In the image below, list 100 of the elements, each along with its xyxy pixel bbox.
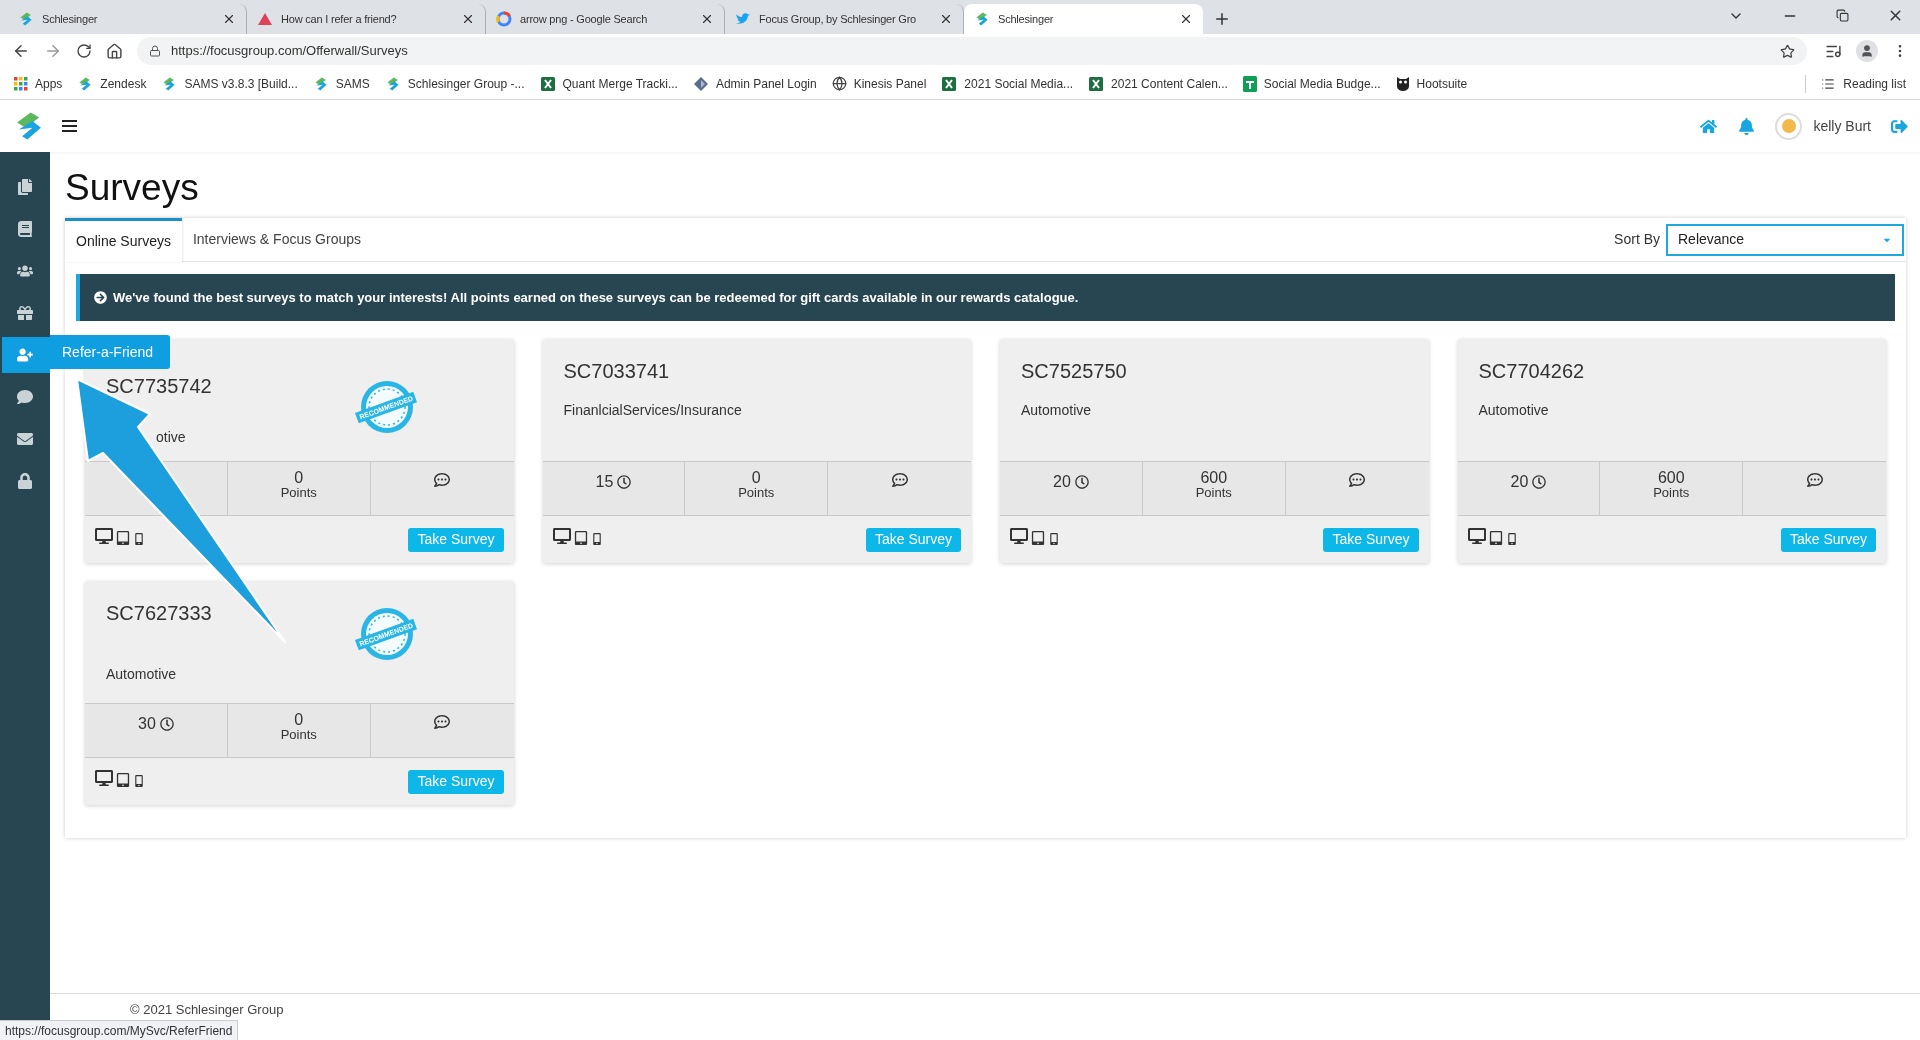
tablet-icon: [573, 530, 588, 545]
speech-bubble-icon[interactable]: [1349, 472, 1366, 488]
points-value: 600: [1200, 470, 1228, 485]
sidebar-item[interactable]: [2, 337, 50, 373]
address-field[interactable]: https://focusgroup.com/Offerwall/Surveys: [137, 37, 1807, 65]
survey-code: SC7627333: [106, 601, 212, 626]
restore-icon[interactable]: [1836, 9, 1849, 22]
bookmark[interactable]: SAMS v3.8.3 [Build...: [161, 74, 298, 93]
page-tab[interactable]: Interviews & Focus Groups: [181, 217, 372, 262]
clock-icon: [1074, 475, 1089, 489]
logout-icon[interactable]: [1891, 117, 1908, 135]
home-icon[interactable]: [106, 42, 123, 60]
phone-icon: [1048, 532, 1060, 545]
page-tab[interactable]: Online Surveys: [65, 217, 182, 262]
speech-bubble-icon[interactable]: [434, 714, 451, 730]
spreadsheet-icon: [539, 75, 556, 92]
browser-tab[interactable]: Schlesinger: [964, 4, 1203, 34]
bell-icon[interactable]: [1738, 117, 1756, 135]
bookmark[interactable]: Apps: [14, 74, 63, 93]
duration-value: 30: [138, 714, 156, 734]
close-icon[interactable]: [461, 12, 475, 26]
new-tab-icon[interactable]: [1213, 10, 1231, 28]
phone-icon: [133, 774, 145, 787]
speech-bubble-icon[interactable]: [434, 472, 451, 488]
points-value: 0: [294, 712, 304, 727]
speech-bubble-icon[interactable]: [1806, 472, 1823, 488]
points-value: 0: [751, 470, 761, 485]
tablet-icon: [1031, 530, 1045, 545]
reload-icon[interactable]: [76, 43, 92, 59]
footer-text: © 2021 Schlesinger Group: [130, 1002, 284, 1017]
lock-icon: [17, 473, 33, 489]
bookmark[interactable]: SAMS: [312, 74, 370, 93]
duration-value: 15: [595, 472, 614, 492]
survey-category: Automotive: [106, 665, 178, 684]
profile-avatar[interactable]: [1856, 40, 1878, 62]
clock-icon: [159, 717, 174, 731]
survey-category: Automotive: [1021, 401, 1093, 420]
banner-text: We've found the best surveys to match your interests! All points earned on these surveys can be redeemed for gift cards available in our rewards catalogue.: [113, 288, 1079, 307]
bookmark[interactable]: Quant Merge Tracki...: [539, 74, 678, 93]
survey-code: SC7735742: [106, 374, 212, 399]
tablet-icon: [116, 772, 130, 787]
status-url: https://focusgroup.com/MySvc/ReferFriend: [0, 1020, 239, 1040]
url-text: https://focusgroup.com/Offerwall/Surveys: [171, 42, 409, 61]
clock-icon: [1532, 475, 1547, 489]
phone-icon: [133, 532, 145, 545]
tab-title: arrow png - Google Search: [520, 11, 649, 27]
desktop-icon: [95, 768, 113, 787]
clock-icon: [617, 475, 632, 489]
phone-icon: [1505, 532, 1518, 545]
back-icon[interactable]: [12, 42, 30, 60]
owl-icon: [1395, 75, 1410, 92]
points-label: Points: [280, 727, 317, 742]
add-user-icon: [17, 347, 33, 363]
user-name[interactable]: kelly Burt: [1813, 115, 1871, 137]
star-icon[interactable]: [1780, 43, 1795, 59]
survey-code: SC7525750: [1021, 359, 1127, 384]
points-label: Points: [280, 485, 317, 500]
forward-icon[interactable]: [44, 42, 62, 60]
survey-category: Automotive: [1478, 401, 1550, 420]
speech-bubble-icon[interactable]: [891, 472, 908, 488]
logo-icon: [974, 11, 990, 27]
points-label: Points: [1195, 485, 1232, 500]
bookmark[interactable]: Schlesinger Group -...: [384, 74, 525, 93]
close-icon[interactable]: [222, 12, 236, 26]
bookmark[interactable]: 2021 Content Calen...: [1088, 74, 1228, 93]
bookmark[interactable]: Hootsuite: [1395, 74, 1468, 93]
page-title: Surveys: [65, 166, 200, 210]
tab-title: Schlesinger: [998, 11, 1055, 27]
points-value: 0: [294, 470, 304, 485]
tablet-icon: [116, 530, 130, 545]
spreadsheet-icon: [1088, 75, 1105, 92]
users-icon: [17, 263, 33, 279]
close-icon[interactable]: [939, 12, 953, 26]
copy-icon: [17, 179, 33, 195]
survey-code: SC7704262: [1478, 359, 1585, 384]
bookmark[interactable]: Zendesk: [77, 74, 147, 93]
diamond-icon: [692, 75, 709, 92]
phone-icon: [590, 532, 603, 545]
close-icon[interactable]: [700, 12, 714, 26]
reading-list-button[interactable]: Reading list: [1821, 74, 1906, 93]
menu-icon[interactable]: [62, 120, 77, 132]
tablet-icon: [1488, 530, 1503, 545]
tab-title: Focus Group, by Schlesinger Gro: [759, 11, 918, 27]
bookmark[interactable]: Social Media Budge...: [1242, 74, 1381, 93]
bookmark[interactable]: 2021 Social Media...: [941, 74, 1074, 93]
speech-bubble-icon: [17, 389, 33, 405]
apps-icon: [14, 76, 28, 91]
close-icon[interactable]: [1179, 12, 1193, 26]
globe-icon: [831, 76, 847, 91]
points-label: Points: [738, 485, 775, 500]
bird-icon: [735, 12, 751, 26]
sort-select[interactable]: Relevance: [1666, 223, 1904, 256]
desktop-icon: [1467, 526, 1486, 545]
sort-label: Sort By: [1614, 230, 1660, 249]
envelope-icon: [17, 431, 33, 447]
lock-icon: [149, 45, 161, 57]
bookmark[interactable]: Admin Panel Login: [692, 74, 817, 93]
book-icon: [17, 221, 33, 237]
bookmark[interactable]: Kinesis Panel: [831, 74, 927, 93]
logo-icon: [18, 11, 34, 27]
